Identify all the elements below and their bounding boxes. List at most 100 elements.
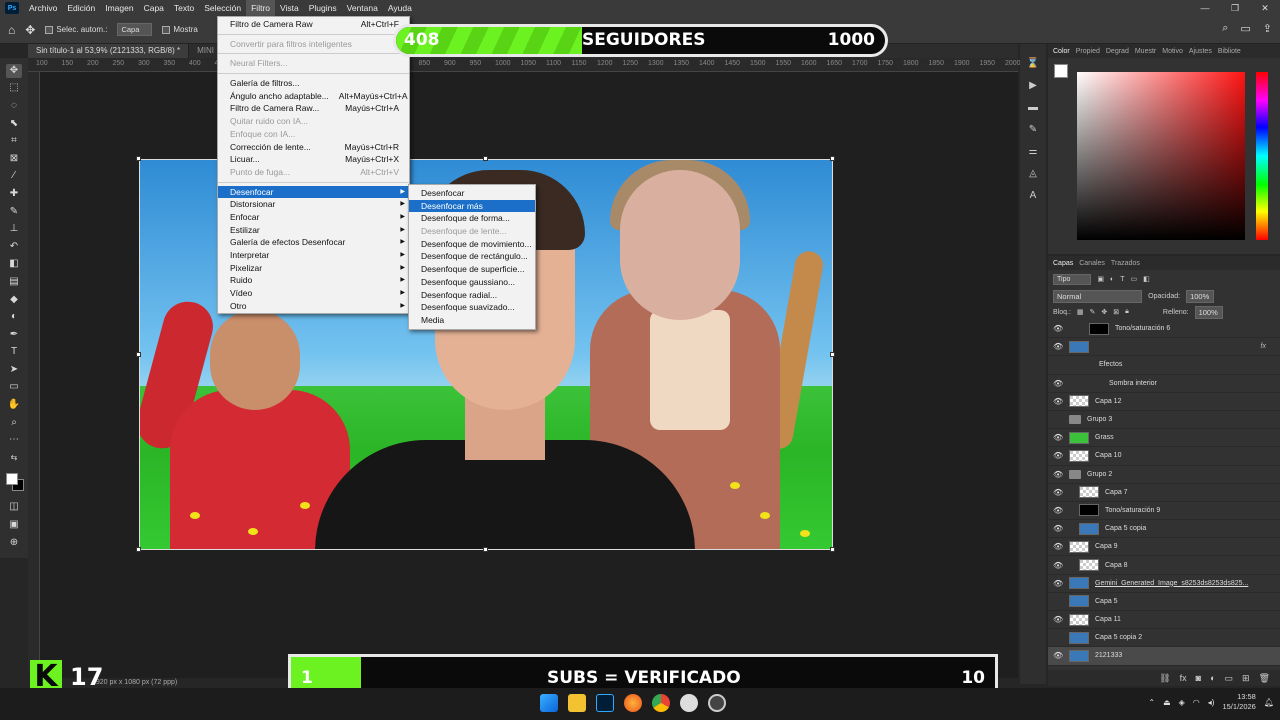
zoom-tool-icon[interactable]: ⌕ [6,416,22,430]
layer-row[interactable]: 👁︎ Capa 9 [1048,538,1280,557]
visibility-eye-icon[interactable]: 👁︎ [1053,433,1063,442]
wifi-icon[interactable]: ◠ [1193,698,1200,707]
menu-4[interactable]: Texto [169,0,199,16]
clock[interactable]: 13:58 15/1/2026 [1222,692,1255,712]
layer-row[interactable]: 👁︎ Grass [1048,429,1280,448]
layer-row[interactable]: Capa 5 [1048,593,1280,611]
frame-tool-icon[interactable]: ⊠ [6,152,22,166]
usb-icon[interactable]: ⏏ [1163,698,1171,707]
menu-10[interactable]: Ayuda [383,0,417,16]
blur-submenu-item[interactable]: Desenfoque de forma... [409,212,535,225]
filter-menu-item[interactable]: Vídeo ▶ [218,287,409,300]
fx-icon[interactable]: fx [1180,673,1187,683]
menu-9[interactable]: Ventana [342,0,383,16]
workspace-icon[interactable]: ▭ [1240,22,1250,35]
marquee-tool-icon[interactable]: ⬚ [6,81,22,95]
filter-menu-item[interactable]: Ruido ▶ [218,274,409,287]
dodge-tool-icon[interactable]: ◐ [6,310,22,324]
visibility-eye-icon[interactable]: 👁︎ [1053,615,1063,624]
volume-icon[interactable]: ◂) [1208,698,1215,707]
stamp-tool-icon[interactable]: ⊥ [6,222,22,236]
color-panel-tab[interactable]: Motivo [1162,48,1183,55]
gradient-tool-icon[interactable]: ▤ [6,275,22,289]
layer-row[interactable]: 👁︎ Capa 11 [1048,611,1280,630]
minimize-icon[interactable]: — [1190,0,1220,16]
pen-tool-icon[interactable]: ✒ [6,328,22,342]
lock-paint-icon[interactable]: ✎ [1090,308,1096,316]
share-icon[interactable]: ⇪ [1263,22,1272,35]
new-layer-icon[interactable]: ⊞ [1242,673,1250,684]
filter-menu-item[interactable]: Ángulo ancho adaptable... Alt+Mayús+Ctrl+… [218,90,409,103]
filter-menu-item[interactable]: Filtro de Camera Raw Alt+Ctrl+F [218,18,409,31]
color-panel-tab[interactable]: Bibliote [1218,48,1241,55]
layer-row[interactable]: 👁︎ Capa 8 [1048,556,1280,575]
layer-row[interactable]: 👁︎ Gemini_Generated_Image_s8253ds8253ds82… [1048,575,1280,593]
visibility-eye-icon[interactable]: 👁︎ [1053,488,1063,497]
menu-7[interactable]: Vista [275,0,304,16]
layers-panel-tab[interactable]: Canales [1079,260,1105,267]
move-tool-icon[interactable]: ✥ [25,23,35,37]
filter-menu-item[interactable]: Pixelizar ▶ [218,262,409,275]
color-swatches[interactable] [4,471,24,495]
show-transform-checkbox[interactable]: Mostra [162,25,198,34]
visibility-eye-icon[interactable]: 👁︎ [1053,542,1063,551]
photoshop-logo-icon[interactable]: Ps [5,2,19,14]
crop-tool-icon[interactable]: ⌗ [6,134,22,148]
foreground-color[interactable] [6,472,18,485]
layer-fx-icon[interactable]: fx [1261,343,1266,350]
windows-start-icon[interactable] [540,694,558,712]
filter-menu-item[interactable]: Galería de filtros... [218,77,409,90]
filter-shape-icon[interactable]: ▭ [1131,275,1138,283]
filter-menu-item[interactable]: Interpretar ▶ [218,249,409,262]
filter-menu-item[interactable]: Licuar... Mayús+Ctrl+X [218,153,409,166]
layer-row[interactable]: 👁︎ 2121333 [1048,647,1280,666]
move-tool-icon[interactable]: ✥ [6,63,22,78]
app-icon-2[interactable] [708,694,726,712]
color-panel-tab[interactable]: Propied [1076,48,1100,55]
hand-tool-icon[interactable]: ✋ [6,398,22,412]
blur-submenu-item[interactable]: Desenfoque gaussiano... [409,276,535,289]
mask-icon[interactable]: ◙ [1196,673,1201,683]
layer-row[interactable]: 👁︎ fx [1048,338,1280,357]
filter-adjust-icon[interactable]: ◐ [1110,276,1114,283]
auto-select-checkbox[interactable]: Selec. autom.: [45,25,107,34]
close-icon[interactable]: ✕ [1250,0,1280,16]
layer-select-dropdown[interactable]: Capa [117,23,153,36]
menu-6[interactable]: Filtro [246,0,275,16]
blur-submenu-item[interactable]: Desenfoque de movimiento... [409,238,535,251]
visibility-eye-icon[interactable]: 👁︎ [1053,524,1063,533]
filter-menu-item[interactable]: Filtro de Camera Raw... Mayús+Ctrl+A [218,102,409,115]
filter-menu-item[interactable]: Distorsionar ▶ [218,198,409,211]
visibility-eye-icon[interactable]: 👁︎ [1053,506,1063,515]
transform-handle[interactable] [830,547,835,552]
eyedropper-tool-icon[interactable]: ⁄ [6,169,22,183]
transform-handle[interactable] [136,352,141,357]
filter-menu-item[interactable]: Desenfocar ▶ [218,185,409,199]
app-icon[interactable] [680,694,698,712]
play-icon[interactable]: ▶ [1025,80,1041,94]
layer-row[interactable]: Efectos [1048,356,1280,375]
menu-0[interactable]: Archivo [24,0,62,16]
blend-mode-select[interactable]: Normal [1053,289,1143,303]
lock-position-icon[interactable]: ✥ [1101,308,1107,316]
visibility-eye-icon[interactable]: 👁︎ [1053,579,1063,588]
visibility-eye-icon[interactable]: 👁︎ [1053,470,1063,479]
visibility-eye-icon[interactable]: 👁︎ [1053,397,1063,406]
layer-row[interactable]: 👁︎ Capa 5 copia [1048,520,1280,539]
color-panel-tab[interactable]: Color [1053,48,1070,55]
filter-menu-item[interactable]: Otro ▶ [218,300,409,313]
layer-row[interactable]: 👁︎ Grupo 2 [1048,466,1280,484]
chrome-icon[interactable] [652,694,670,712]
new-group-icon[interactable]: ▭ [1225,673,1234,684]
search-icon[interactable]: ⌕ [1222,22,1228,35]
color-panel-tab[interactable]: Muestr [1135,48,1156,55]
filter-pixel-icon[interactable]: ▣ [1097,275,1104,283]
blur-submenu-item[interactable]: Desenfocar más [409,199,535,213]
shape-tool-icon[interactable]: ▭ [6,380,22,394]
filter-smart-icon[interactable]: ◧ [1143,275,1150,283]
blur-submenu-item[interactable]: Desenfoque de rectángulo... [409,250,535,263]
layer-row[interactable]: 👁︎ Sombra interior [1048,375,1280,393]
lock-all-icon[interactable]: 🔒︎ [1125,308,1129,316]
comment-icon[interactable]: ▬ [1025,102,1041,116]
delete-layer-icon[interactable]: 🗑︎ [1259,673,1270,684]
